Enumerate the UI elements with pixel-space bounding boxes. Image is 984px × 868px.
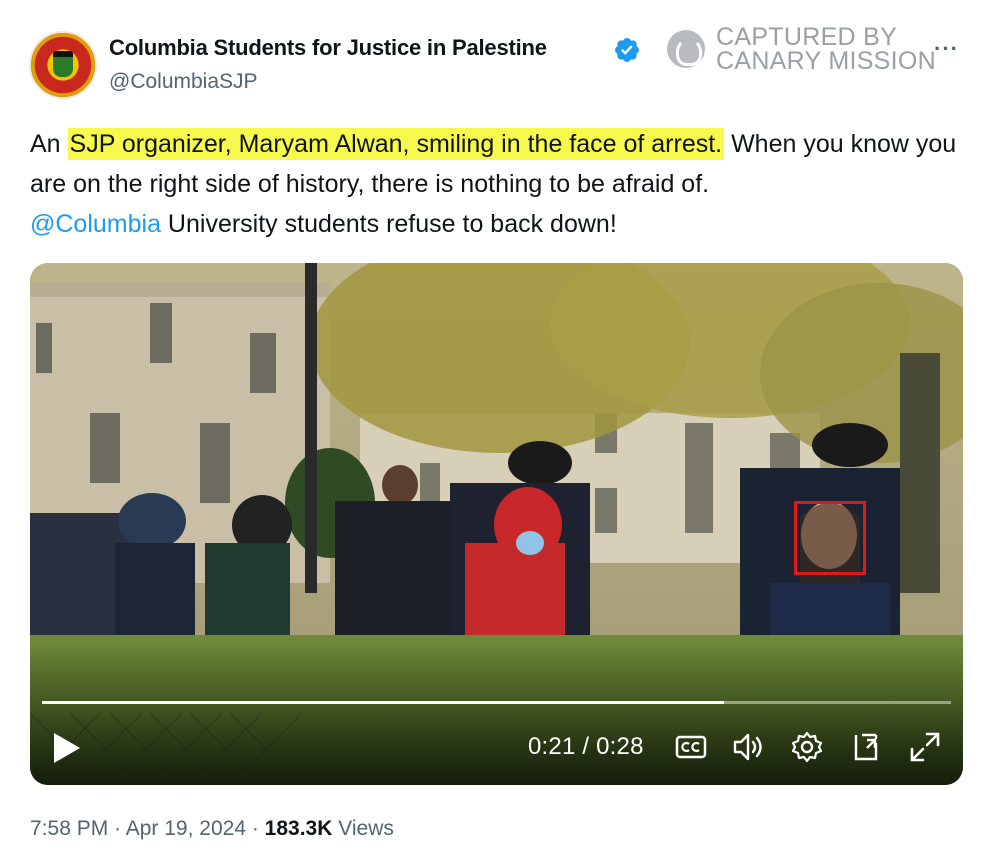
tweet-time[interactable]: 7:58 PM <box>30 817 108 840</box>
settings-gear-icon[interactable] <box>789 729 825 765</box>
avatar-emblem <box>53 51 73 77</box>
tweet-meta: 7:58 PM · Apr 19, 2024 · 183.3K Views <box>30 817 394 841</box>
picture-in-picture-icon[interactable] <box>848 729 884 765</box>
fullscreen-icon[interactable] <box>907 729 943 765</box>
watermark-text: CAPTURED BY CANARY MISSION <box>716 23 936 75</box>
tweet-text: An SJP organizer, Maryam Alwan, smiling … <box>30 124 960 244</box>
verified-badge-icon <box>615 38 639 62</box>
video-player[interactable]: 0:21 / 0:28 <box>30 263 963 785</box>
watermark-line2: CANARY MISSION <box>716 47 936 75</box>
meta-separator: · <box>246 817 265 840</box>
tweet-highlight: SJP organizer, Maryam Alwan, smiling in … <box>67 128 725 160</box>
tweet-date[interactable]: Apr 19, 2024 <box>126 817 246 840</box>
face-highlight-box <box>794 501 866 575</box>
views-label: Views <box>332 817 394 840</box>
avatar[interactable] <box>29 31 97 99</box>
video-time: 0:21 / 0:28 <box>528 733 644 760</box>
meta-separator: · <box>108 817 126 840</box>
handle[interactable]: @ColumbiaSJP <box>109 70 258 94</box>
canary-mission-logo-icon <box>667 30 705 68</box>
closed-captions-icon[interactable] <box>673 729 709 765</box>
volume-icon[interactable] <box>730 729 766 765</box>
video-progress-fill <box>42 701 724 704</box>
play-icon[interactable] <box>52 731 82 765</box>
mention-link[interactable]: @Columbia <box>30 210 161 238</box>
video-progress-bar[interactable] <box>42 701 951 704</box>
watermark-line1: CAPTURED BY <box>716 23 898 51</box>
display-name[interactable]: Columbia Students for Justice in Palesti… <box>109 35 547 61</box>
more-options-icon[interactable]: ··· <box>934 36 959 62</box>
watermark: CAPTURED BY CANARY MISSION <box>667 24 936 74</box>
tweet-suffix: University students refuse to back down! <box>160 210 617 238</box>
views-count: 183.3K <box>264 817 333 840</box>
tweet-prefix: An <box>30 130 68 158</box>
